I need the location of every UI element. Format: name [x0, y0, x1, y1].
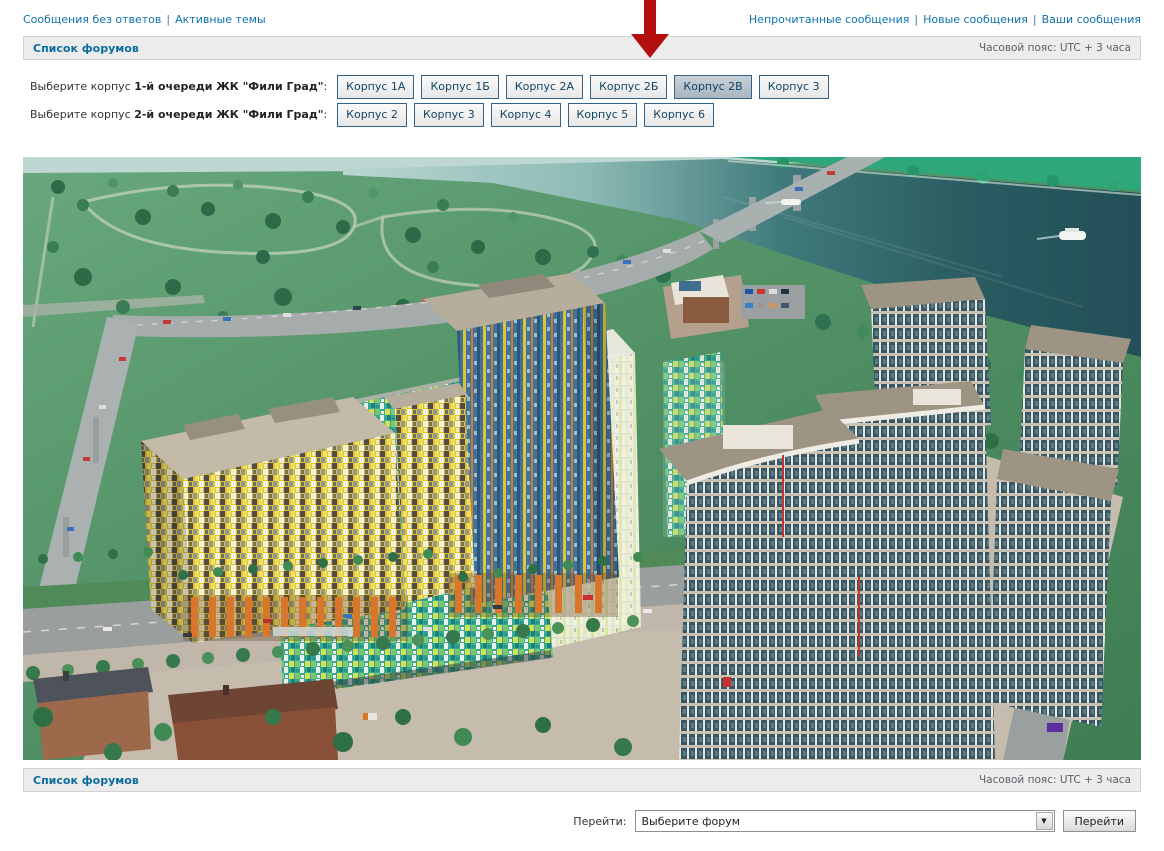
korpus-2v-button-selected[interactable]: Корпус 2В — [674, 75, 751, 99]
forum-list-bar-top: Список форумов Часовой пояс: UTC + 3 час… — [23, 36, 1141, 60]
korpus-1b-button[interactable]: Корпус 1Б — [421, 75, 498, 99]
top-links-left: Сообщения без ответов | Активные темы — [23, 13, 266, 26]
separator: | — [166, 13, 170, 26]
link-new-posts[interactable]: Новые сообщения — [923, 13, 1028, 26]
korpus-2-button[interactable]: Корпус 2 — [337, 103, 407, 127]
selector-row-phase1: Выберите корпус 1-й очереди ЖК "Фили Гра… — [30, 74, 1141, 99]
link-active-topics[interactable]: Активные темы — [175, 13, 266, 26]
chevron-down-icon[interactable]: ▼ — [1036, 812, 1053, 830]
forum-list-bar-bottom: Список форумов Часовой пояс: UTC + 3 час… — [23, 768, 1141, 792]
forum-list-link[interactable]: Список форумов — [33, 42, 139, 55]
korpus-2b-button[interactable]: Корпус 2Б — [590, 75, 667, 99]
timezone-label: Часовой пояс: UTC + 3 часа — [979, 42, 1131, 54]
korpus-3-phase2-button[interactable]: Корпус 3 — [414, 103, 484, 127]
timezone-label: Часовой пояс: UTC + 3 часа — [979, 774, 1131, 786]
separator: | — [914, 13, 918, 26]
jump-label: Перейти: — [573, 815, 626, 828]
link-unanswered-posts[interactable]: Сообщения без ответов — [23, 13, 161, 26]
korpus-1a-button[interactable]: Корпус 1А — [337, 75, 414, 99]
korpus-2a-button[interactable]: Корпус 2А — [506, 75, 583, 99]
building-selectors: Выберите корпус 1-й очереди ЖК "Фили Гра… — [30, 74, 1141, 130]
separator: | — [1033, 13, 1037, 26]
complex-aerial-render-image — [23, 157, 1141, 760]
forum-select-value: Выберите форум — [636, 815, 741, 828]
korpus-4-button[interactable]: Корпус 4 — [491, 103, 561, 127]
jump-row: Перейти: Выберите форум ▼ Перейти — [573, 810, 1136, 832]
top-links-right: Непрочитанные сообщения | Новые сообщения |… — [749, 13, 1141, 26]
korpus-5-button[interactable]: Корпус 5 — [568, 103, 638, 127]
red-arrow-icon — [631, 0, 669, 60]
korpus-6-button[interactable]: Корпус 6 — [644, 103, 714, 127]
go-button[interactable]: Перейти — [1063, 810, 1137, 832]
selector-row-phase2: Выберите корпус 2-й очереди ЖК "Фили Гра… — [30, 102, 1141, 127]
forum-select[interactable]: Выберите форум ▼ — [635, 810, 1055, 832]
selector-label-phase1: Выберите корпус 1-й очереди ЖК "Фили Гра… — [30, 80, 327, 93]
korpus-3-phase1-button[interactable]: Корпус 3 — [759, 75, 829, 99]
forum-page: Сообщения без ответов | Активные темы Непр… — [0, 0, 1164, 851]
link-unread-posts[interactable]: Непрочитанные сообщения — [749, 13, 909, 26]
link-your-posts[interactable]: Ваши сообщения — [1042, 13, 1141, 26]
selector-label-phase2: Выберите корпус 2-й очереди ЖК "Фили Гра… — [30, 108, 327, 121]
forum-list-link[interactable]: Список форумов — [33, 774, 139, 787]
